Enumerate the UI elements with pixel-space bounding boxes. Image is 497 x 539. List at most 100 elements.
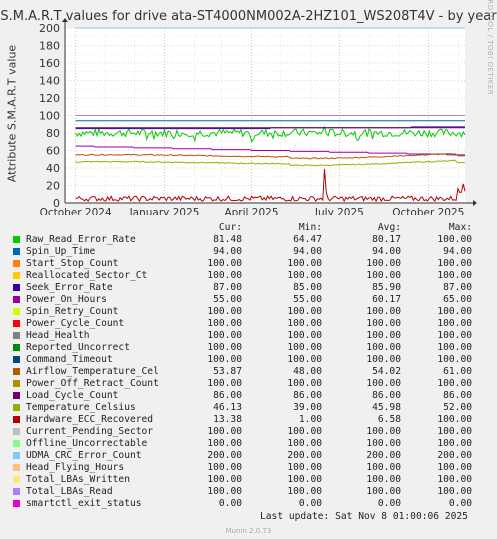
legend-min-value: 100.00 — [287, 258, 322, 269]
legend-avg-value: 85.90 — [372, 282, 401, 293]
legend-swatch — [13, 500, 20, 507]
legend-swatch — [13, 344, 20, 351]
legend-max-value: 100.00 — [437, 342, 472, 353]
legend-series-name: Spin_Up_Time — [26, 246, 96, 257]
chart-plot: 020406080100120140160180200 October 2024… — [39, 18, 477, 215]
x-axis-arrow — [473, 200, 477, 206]
legend-swatch — [13, 320, 20, 327]
legend-max-value: 52.00 — [443, 402, 472, 413]
legend-series-name: Start_Stop_Count — [26, 258, 119, 269]
legend-max-value: 100.00 — [437, 474, 472, 485]
legend-swatch — [13, 488, 20, 495]
legend-avg-value: 100.00 — [366, 486, 401, 497]
legend-min-value: 39.00 — [293, 402, 322, 413]
legend-series-name: Reallocated_Sector_Ct — [26, 270, 148, 281]
legend-cur-value: 100.00 — [207, 342, 242, 353]
legend-max-value: 100.00 — [437, 234, 472, 245]
legend-min-value: 1.00 — [298, 414, 322, 425]
y-tick-label: 80 — [46, 127, 60, 140]
x-tick-label: January 2025 — [129, 207, 200, 215]
legend-min-value: 55.00 — [293, 294, 322, 305]
legend-swatch — [13, 308, 20, 315]
legend-cur-value: 94.00 — [213, 246, 242, 257]
x-axis-ticks: October 2024 January 2025 April 2025 July 2… — [40, 207, 465, 215]
legend-swatch — [13, 452, 20, 459]
legend-item: Temperature_Celsius 46.13 39.00 45.98 52.00 — [0, 402, 497, 414]
legend-series-name: Power_Off_Retract_Count — [26, 378, 159, 389]
legend-avg-value: 100.00 — [366, 330, 401, 341]
legend-item: Power_On_Hours 55.00 55.00 60.17 65.00 — [0, 294, 497, 306]
legend-max-value: 61.00 — [443, 366, 472, 377]
legend-item: Command_Timeout 100.00 100.00 100.00 100.00 — [0, 354, 497, 366]
legend-avg-value: 100.00 — [366, 342, 401, 353]
legend-series-name: Temperature_Celsius — [26, 402, 136, 413]
legend-avg-value: 100.00 — [366, 438, 401, 449]
legend-cur-value: 86.00 — [213, 390, 242, 401]
legend-swatch — [13, 332, 20, 339]
legend-max-value: 100.00 — [437, 462, 472, 473]
legend-series-name: Offline_Uncorrectable — [26, 438, 148, 449]
legend-item: Start_Stop_Count 100.00 100.00 100.00 100.00 — [0, 258, 497, 270]
legend-avg-value: 80.17 — [372, 234, 401, 245]
legend-min-value: 86.00 — [293, 390, 322, 401]
legend-item: Airflow_Temperature_Cel 53.87 48.00 54.02 61… — [0, 366, 497, 378]
y-tick-label: 200 — [39, 22, 60, 35]
y-tick-label: 40 — [46, 162, 60, 175]
legend-cur-value: 100.00 — [207, 330, 242, 341]
y-tick-label: 120 — [39, 92, 60, 105]
legend-avg-value: 100.00 — [366, 354, 401, 365]
legend-swatch — [13, 284, 20, 291]
legend-cur-value: 0.00 — [218, 498, 242, 509]
legend-series-name: Power_Cycle_Count — [26, 318, 125, 329]
legend-avg-value: 100.00 — [366, 270, 401, 281]
legend-item: Hardware_ECC_Recovered 13.38 1.00 6.58 100.0… — [0, 414, 497, 426]
legend-swatch — [13, 428, 20, 435]
legend-min-value: 0.00 — [298, 498, 322, 509]
legend-cur-value: 100.00 — [207, 270, 242, 281]
legend-min-value: 94.00 — [293, 246, 322, 257]
legend-item: Power_Cycle_Count 100.00 100.00 100.00 100.0… — [0, 318, 497, 330]
legend-series-name: Power_On_Hours — [26, 294, 107, 305]
legend-cur-value: 100.00 — [207, 486, 242, 497]
legend-item: Total_LBAs_Read 100.00 100.00 100.00 100.00 — [0, 486, 497, 498]
legend-series-name: Current_Pending_Sector — [26, 426, 154, 437]
legend-swatch — [13, 296, 20, 303]
legend-item: Reported_Uncorrect 100.00 100.00 100.00 100.… — [0, 342, 497, 354]
legend-avg-value: 200.00 — [366, 450, 401, 461]
legend-swatch — [13, 392, 20, 399]
y-tick-label: 140 — [39, 75, 60, 88]
legend-swatch — [13, 236, 20, 243]
legend-max-value: 100.00 — [437, 258, 472, 269]
legend-min-value: 100.00 — [287, 318, 322, 329]
legend-item: Offline_Uncorrectable 100.00 100.00 100.00 1… — [0, 438, 497, 450]
legend-max-value: 94.00 — [443, 246, 472, 257]
legend-max-value: 100.00 — [437, 414, 472, 425]
legend-cur-value: 100.00 — [207, 438, 242, 449]
legend-header-avg: Avg: — [377, 222, 401, 233]
legend-min-value: 100.00 — [287, 438, 322, 449]
legend-min-value: 100.00 — [287, 426, 322, 437]
legend-min-value: 85.00 — [293, 282, 322, 293]
legend-avg-value: 100.00 — [366, 378, 401, 389]
x-tick-label: October 2024 — [40, 207, 112, 215]
legend-header-cur: Cur: — [218, 222, 242, 233]
legend-avg-value: 100.00 — [366, 318, 401, 329]
legend-cur-value: 100.00 — [207, 258, 242, 269]
legend-avg-value: 6.58 — [377, 414, 401, 425]
y-axis-ticks: 020406080100120140160180200 — [39, 22, 60, 210]
legend-cur-value: 100.00 — [207, 462, 242, 473]
legend-swatch — [13, 260, 20, 267]
legend-swatch — [13, 248, 20, 255]
legend-item: Load_Cycle_Count 86.00 86.00 86.00 86.00 — [0, 390, 497, 402]
legend-min-value: 100.00 — [287, 474, 322, 485]
legend-swatch — [13, 416, 20, 423]
legend-min-value: 100.00 — [287, 306, 322, 317]
legend-series-name: Raw_Read_Error_Rate — [26, 234, 136, 245]
legend-max-value: 100.00 — [437, 330, 472, 341]
legend-item: smartctl_exit_status 0.00 0.00 0.00 0.00 — [0, 498, 497, 510]
legend-series-name: Total_LBAs_Read — [26, 486, 113, 497]
x-tick-label: July 2025 — [314, 207, 364, 215]
legend-avg-value: 100.00 — [366, 462, 401, 473]
legend-max-value: 65.00 — [443, 294, 472, 305]
legend-series-name: Load_Cycle_Count — [26, 390, 119, 401]
